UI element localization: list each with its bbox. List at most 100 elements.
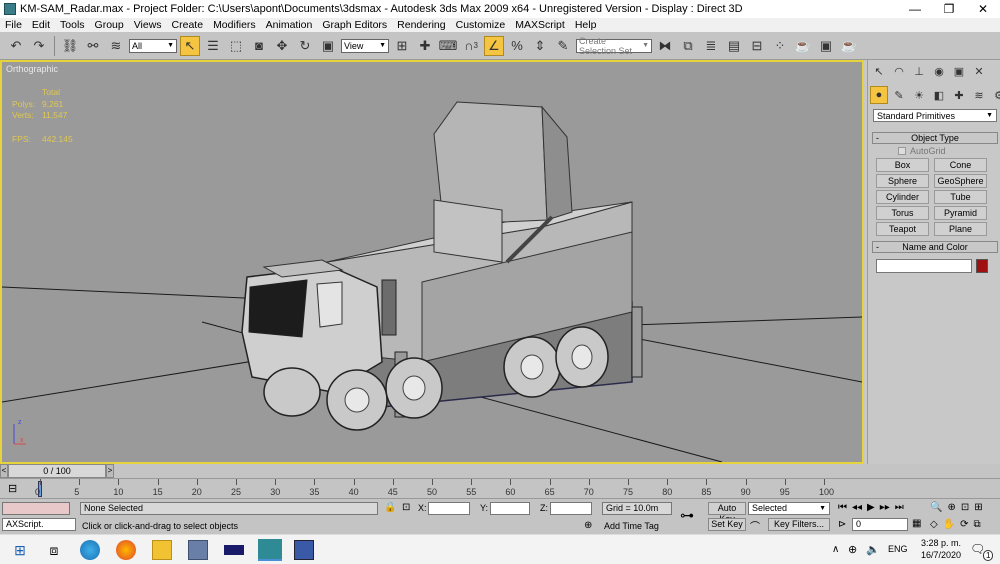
menu-customize[interactable]: Customize xyxy=(451,19,511,31)
windows-start-icon[interactable]: ⊞ xyxy=(10,540,30,560)
y-coord-field[interactable] xyxy=(490,502,530,515)
menu-help[interactable]: Help xyxy=(570,19,602,31)
key-filters-button[interactable]: Key Filters... xyxy=(768,518,830,531)
key-icon[interactable]: ⊶ xyxy=(680,507,694,524)
move-icon[interactable]: ✥ xyxy=(272,36,292,56)
plane-button[interactable]: Plane xyxy=(934,222,987,236)
maximize-button[interactable]: ❐ xyxy=(932,2,966,16)
rendered-frame-icon[interactable]: ▣ xyxy=(816,36,836,56)
rect-selection-icon[interactable]: ⬚ xyxy=(226,36,246,56)
shapes-icon[interactable]: ✎ xyxy=(890,86,908,104)
minimize-button[interactable]: — xyxy=(898,2,932,16)
maxscript-mini-listener[interactable]: AXScript. xyxy=(2,518,76,531)
link-icon[interactable]: ⛓ xyxy=(60,36,80,56)
key-mode-dropdown[interactable]: Selected ▼ xyxy=(748,502,830,515)
cone-button[interactable]: Cone xyxy=(934,158,987,172)
sphere-button[interactable]: Sphere xyxy=(876,174,929,188)
current-frame-field[interactable]: 0 xyxy=(852,518,908,531)
menu-edit[interactable]: Edit xyxy=(27,19,55,31)
object-color-swatch[interactable] xyxy=(976,259,988,273)
motion-tab-icon[interactable]: ◉ xyxy=(930,62,948,80)
clock-time[interactable]: 3:28 p. m. xyxy=(918,538,964,548)
prev-frame-icon[interactable]: < xyxy=(0,464,8,478)
orbit-icon[interactable]: ⟳ xyxy=(960,519,968,530)
align-icon[interactable]: ⧉ xyxy=(678,36,698,56)
menu-views[interactable]: Views xyxy=(129,19,167,31)
zoom-extents-all-icon[interactable]: ⊞ xyxy=(974,502,982,513)
menu-rendering[interactable]: Rendering xyxy=(392,19,450,31)
menu-group[interactable]: Group xyxy=(90,19,129,31)
curve-editor-icon[interactable]: ▤ xyxy=(724,36,744,56)
document-app-icon[interactable] xyxy=(294,540,314,560)
angle-snap-icon[interactable]: ∠ xyxy=(484,35,504,56)
name-color-rollout-header[interactable]: - Name and Color xyxy=(872,241,998,253)
edge-browser-icon[interactable] xyxy=(80,540,100,560)
object-type-rollout-header[interactable]: - Object Type xyxy=(872,132,998,144)
timeline-ruler[interactable]: ⊟ 0 5 10 15 20 25 30 35 40 45 50 55 60 65 70 75 80 85 90 95… xyxy=(0,478,1000,498)
create-tab-icon[interactable]: ↖ xyxy=(870,62,888,80)
percent-snap-icon[interactable]: % xyxy=(507,36,527,56)
space-warps-icon[interactable]: ≋ xyxy=(970,86,988,104)
language-indicator[interactable]: ENG xyxy=(888,544,908,554)
named-selection-set-input[interactable]: Create Selection Set ▼ xyxy=(576,36,652,56)
cameras-icon[interactable]: ◧ xyxy=(930,86,948,104)
keyboard-shortcut-icon[interactable]: ⌨ xyxy=(438,36,458,56)
zoom-icon[interactable]: 🔍 xyxy=(930,502,942,513)
torus-button[interactable]: Torus xyxy=(876,206,929,220)
viewport-orthographic[interactable]: z x Orthographic Total Polys: 9,261 Vert… xyxy=(0,60,864,464)
goto-start-icon[interactable]: ⏮ xyxy=(838,502,847,513)
unlink-icon[interactable]: ⚯ xyxy=(83,36,103,56)
viewport-label[interactable]: Orthographic xyxy=(6,64,58,74)
manipulate-icon[interactable]: ✚ xyxy=(415,36,435,56)
next-frame-icon[interactable]: > xyxy=(106,464,114,478)
layer-manager-icon[interactable]: ≣ xyxy=(701,36,721,56)
add-time-tag-button[interactable]: Add Time Tag xyxy=(604,521,659,531)
absolute-mode-icon[interactable]: ⊡ xyxy=(402,502,410,513)
geosphere-button[interactable]: GeoSphere xyxy=(934,174,987,188)
maximize-viewport-icon[interactable]: ⧉ xyxy=(974,519,981,530)
ps-app-icon[interactable] xyxy=(224,545,244,555)
geometry-icon[interactable]: ● xyxy=(870,86,888,104)
prev-key-icon[interactable]: ◂◂ xyxy=(852,502,862,513)
maxscript-listener-top[interactable] xyxy=(2,502,70,515)
display-tab-icon[interactable]: ▣ xyxy=(950,62,968,80)
zoom-all-icon[interactable]: ⊕ xyxy=(947,502,955,513)
helpers-icon[interactable]: ✚ xyxy=(950,86,968,104)
render-setup-icon[interactable]: ☕ xyxy=(793,36,813,56)
auto-key-button[interactable]: Auto Key xyxy=(708,502,746,524)
3dsmax-taskbar-icon[interactable] xyxy=(258,539,282,561)
play-icon[interactable]: ▶ xyxy=(867,502,875,513)
firefox-icon[interactable] xyxy=(116,540,136,560)
snap-icon[interactable]: ∩ 3 xyxy=(461,36,481,56)
menu-maxscript[interactable]: MAXScript xyxy=(510,19,570,31)
select-by-name-icon[interactable]: ☰ xyxy=(203,36,223,56)
lock-icon[interactable]: 🔒 xyxy=(384,502,396,513)
box-button[interactable]: Box xyxy=(876,158,929,172)
set-key-button[interactable]: Set Key xyxy=(708,518,746,531)
modify-tab-icon[interactable]: ◠ xyxy=(890,62,908,80)
hierarchy-tab-icon[interactable]: ⊥ xyxy=(910,62,928,80)
mirror-icon[interactable]: ⧓ xyxy=(655,36,675,56)
object-name-input[interactable] xyxy=(876,259,972,273)
tray-expand-icon[interactable]: ∧ xyxy=(832,544,839,555)
edit-named-sel-icon[interactable]: ✎ xyxy=(553,36,573,56)
rotate-icon[interactable]: ↻ xyxy=(295,36,315,56)
reference-coord-dropdown[interactable]: View ▼ xyxy=(341,38,389,53)
z-coord-field[interactable] xyxy=(550,502,592,515)
next-key-icon[interactable]: ▸▸ xyxy=(880,502,890,513)
menu-modifiers[interactable]: Modifiers xyxy=(208,19,261,31)
systems-icon[interactable]: ⚙ xyxy=(990,86,1000,104)
spinner-snap-icon[interactable]: ⇕ xyxy=(530,36,550,56)
pivot-icon[interactable]: ⊞ xyxy=(392,36,412,56)
field-of-view-icon[interactable]: ◇ xyxy=(930,519,938,530)
pan-icon[interactable]: ✋ xyxy=(943,519,955,530)
goto-end-icon[interactable]: ⏭ xyxy=(895,502,904,513)
cylinder-button[interactable]: Cylinder xyxy=(876,190,929,204)
menu-create[interactable]: Create xyxy=(167,19,209,31)
task-view-icon[interactable]: ⧈ xyxy=(44,540,64,560)
key-mode-toggle-icon[interactable]: ⊳ xyxy=(838,519,846,530)
x-coord-field[interactable] xyxy=(428,502,470,515)
selection-filter-dropdown[interactable]: All ▼ xyxy=(129,38,177,53)
window-crossing-icon[interactable]: ◙ xyxy=(249,36,269,56)
schematic-view-icon[interactable]: ⊟ xyxy=(747,36,767,56)
